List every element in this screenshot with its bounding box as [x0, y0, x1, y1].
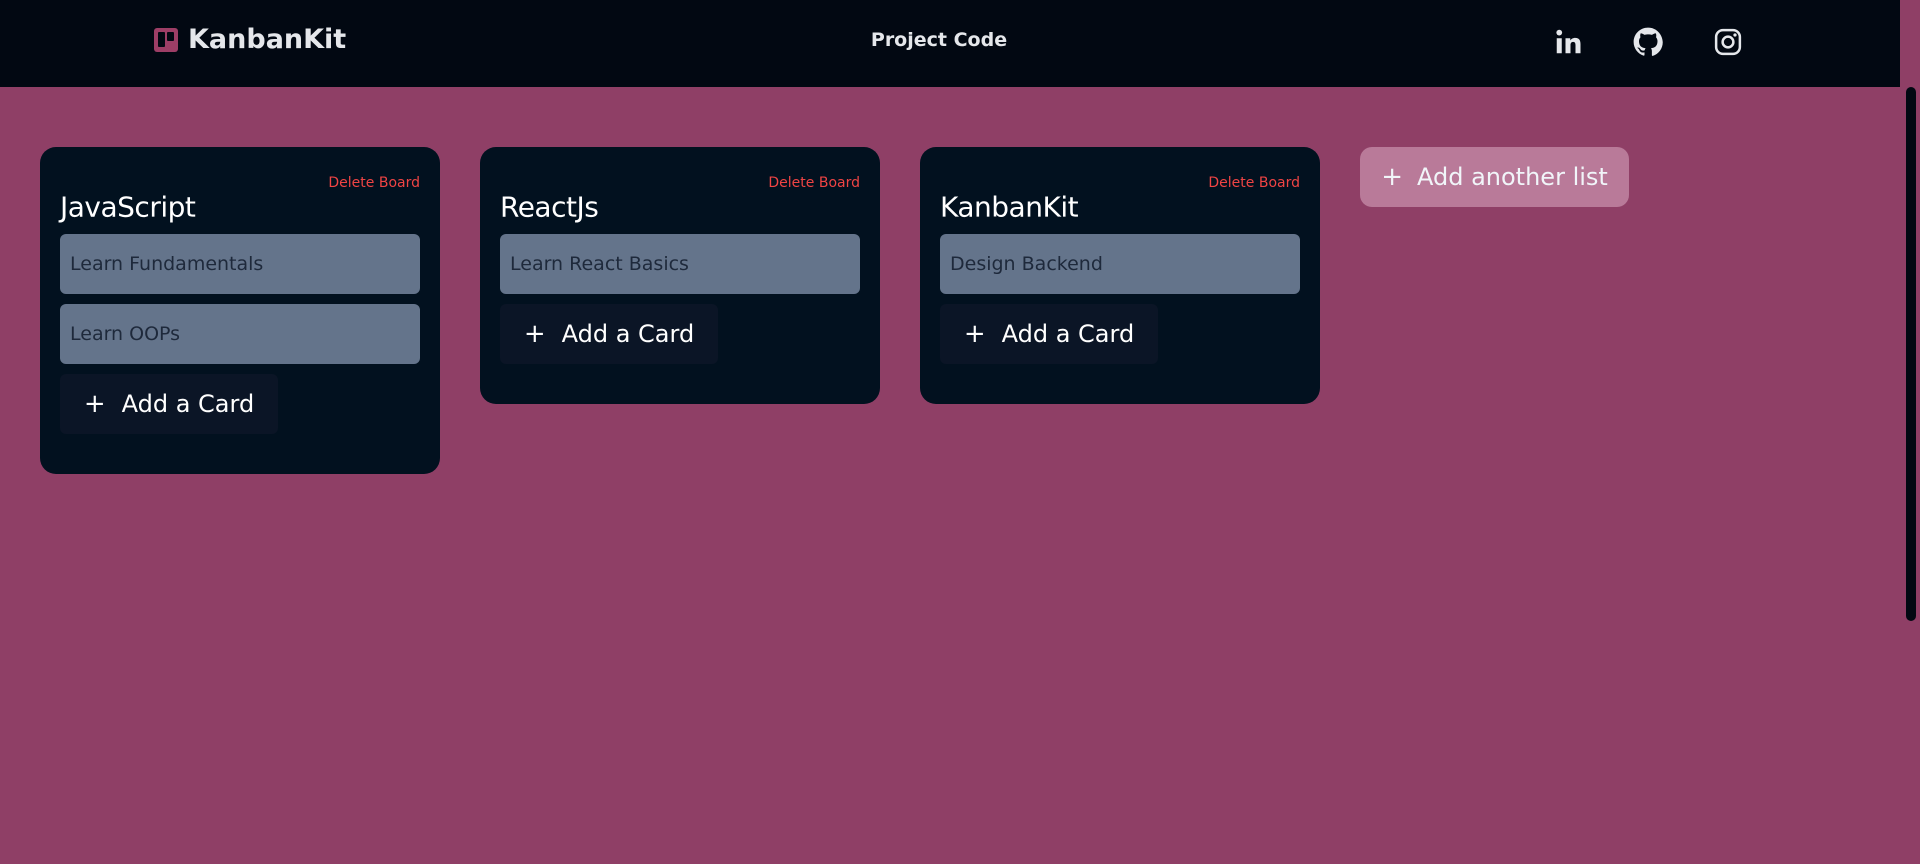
board-kanbankit: KanbanKit Delete Board Design Backend + … [920, 147, 1320, 404]
board-header: JavaScript Delete Board [60, 167, 420, 234]
card[interactable]: Learn Fundamentals [60, 234, 420, 294]
instagram-link[interactable] [1711, 25, 1745, 59]
linkedin-icon [1556, 29, 1581, 54]
nav-center: Project Code [0, 29, 1878, 51]
plus-icon: + [963, 319, 986, 349]
add-card-button[interactable]: + Add a Card [60, 374, 278, 434]
board-reactjs: ReactJs Delete Board Learn React Basics … [480, 147, 880, 404]
github-icon [1633, 27, 1663, 56]
card[interactable]: Learn OOPs [60, 304, 420, 364]
add-card-label: Add a Card [1001, 320, 1135, 348]
board-title: ReactJs [500, 190, 599, 224]
delete-board-button[interactable]: Delete Board [768, 175, 860, 191]
add-card-button[interactable]: + Add a Card [500, 304, 718, 364]
github-link[interactable] [1631, 25, 1665, 59]
board-javascript: JavaScript Delete Board Learn Fundamenta… [40, 147, 440, 474]
plus-icon: + [1381, 162, 1403, 192]
linkedin-link[interactable] [1551, 25, 1585, 59]
add-list-label: Add another list [1416, 163, 1608, 191]
plus-icon: + [523, 319, 546, 349]
delete-board-button[interactable]: Delete Board [1208, 175, 1300, 191]
project-code-link[interactable]: Project Code [871, 29, 1007, 51]
card[interactable]: Design Backend [940, 234, 1300, 294]
board-header: ReactJs Delete Board [500, 167, 860, 234]
board-title: JavaScript [60, 190, 196, 224]
add-card-label: Add a Card [561, 320, 695, 348]
delete-board-button[interactable]: Delete Board [328, 175, 420, 191]
add-list-button[interactable]: + Add another list [1360, 147, 1629, 207]
add-card-button[interactable]: + Add a Card [940, 304, 1158, 364]
plus-icon: + [83, 389, 106, 419]
navbar: KanbanKit Project Code [0, 0, 1900, 87]
board-header: KanbanKit Delete Board [940, 167, 1300, 234]
scrollbar-thumb[interactable] [1906, 87, 1916, 621]
instagram-icon [1714, 28, 1742, 56]
board-title: KanbanKit [940, 190, 1079, 224]
card[interactable]: Learn React Basics [500, 234, 860, 294]
add-card-label: Add a Card [121, 390, 255, 418]
